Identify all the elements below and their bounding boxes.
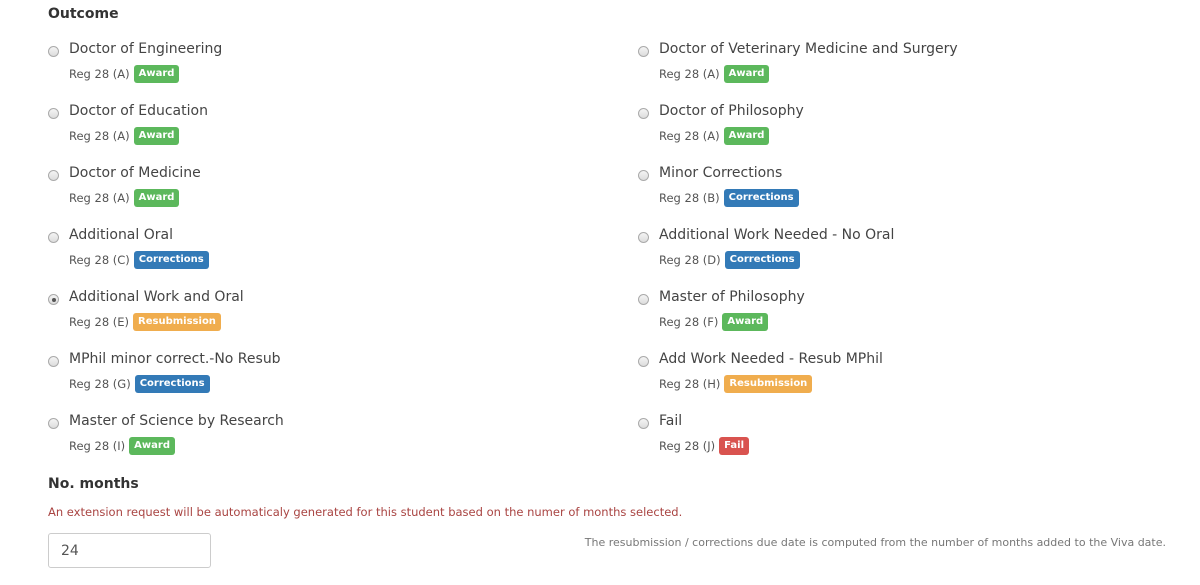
outcome-badge: Award <box>723 65 770 83</box>
option-label[interactable]: Doctor of Engineering <box>69 41 222 57</box>
reg-text: Reg 28 (A) <box>659 67 720 81</box>
radio-button[interactable] <box>638 232 649 243</box>
reg-text: Reg 28 (J) <box>659 439 716 453</box>
option-label[interactable]: Master of Science by Research <box>69 413 284 429</box>
radio-button[interactable] <box>638 46 649 57</box>
reg-text: Reg 28 (E) <box>69 315 130 329</box>
outcome-option[interactable]: Doctor of Medicine Reg 28 (A) Award <box>48 165 638 227</box>
outcome-badge: Corrections <box>723 189 799 207</box>
reg-text: Reg 28 (G) <box>69 377 131 391</box>
outcome-badge: Resubmission <box>724 375 813 393</box>
outcome-badge: Award <box>129 437 175 455</box>
option-reg: Reg 28 (A) Award <box>659 127 770 145</box>
option-label[interactable]: Additional Work Needed - No Oral <box>659 227 894 243</box>
option-reg: Reg 28 (D) Corrections <box>659 251 800 269</box>
option-label[interactable]: Doctor of Veterinary Medicine and Surger… <box>659 41 958 57</box>
outcome-option[interactable]: Doctor of Philosophy Reg 28 (A) Award <box>638 103 1168 165</box>
reg-text: Reg 28 (A) <box>69 67 130 81</box>
outcome-badge: Award <box>723 127 770 145</box>
outcome-option[interactable]: Additional Work and Oral Reg 28 (E) Resub… <box>48 289 638 351</box>
radio-button[interactable] <box>48 108 59 119</box>
option-reg: Reg 28 (A) Award <box>659 65 770 83</box>
reg-text: Reg 28 (A) <box>659 129 720 143</box>
outcome-badge: Corrections <box>133 251 209 269</box>
outcome-option[interactable]: Doctor of Veterinary Medicine and Surger… <box>638 41 1168 103</box>
option-label[interactable]: Doctor of Philosophy <box>659 103 804 119</box>
reg-text: Reg 28 (C) <box>69 253 130 267</box>
outcome-badge: Resubmission <box>133 313 221 331</box>
option-label[interactable]: Minor Corrections <box>659 165 782 181</box>
outcome-heading: Outcome <box>48 6 119 22</box>
radio-button[interactable] <box>48 46 59 57</box>
option-reg: Reg 28 (E) Resubmission <box>69 313 221 331</box>
outcome-option[interactable]: Master of Philosophy Reg 28 (F) Award <box>638 289 1168 351</box>
outcome-option[interactable]: Additional Work Needed - No Oral Reg 28 … <box>638 227 1168 289</box>
option-label[interactable]: Add Work Needed - Resub MPhil <box>659 351 883 367</box>
option-label[interactable]: Master of Philosophy <box>659 289 805 305</box>
outcome-option[interactable]: Doctor of Engineering Reg 28 (A) Award <box>48 41 638 103</box>
option-reg: Reg 28 (C) Corrections <box>69 251 209 269</box>
radio-button[interactable] <box>638 418 649 429</box>
outcome-option[interactable]: Additional Oral Reg 28 (C) Corrections <box>48 227 638 289</box>
option-label[interactable]: Doctor of Medicine <box>69 165 201 181</box>
option-label[interactable]: MPhil minor correct.-No Resub <box>69 351 281 367</box>
option-label[interactable]: Fail <box>659 413 682 429</box>
radio-button[interactable] <box>638 356 649 367</box>
outcome-options: Doctor of Engineering Reg 28 (A) Award Do… <box>48 41 1168 475</box>
outcome-badge: Award <box>722 313 769 331</box>
reg-text: Reg 28 (F) <box>659 315 719 329</box>
extension-warning: An extension request will be automatical… <box>48 505 683 519</box>
reg-text: Reg 28 (D) <box>659 253 721 267</box>
outcome-badge: Award <box>133 65 180 83</box>
option-reg: Reg 28 (A) Award <box>69 65 180 83</box>
outcome-option[interactable]: Add Work Needed - Resub MPhil Reg 28 (H)… <box>638 351 1168 413</box>
option-reg: Reg 28 (A) Award <box>69 127 180 145</box>
months-input[interactable] <box>48 533 211 568</box>
outcome-badge: Fail <box>719 437 750 455</box>
radio-button[interactable] <box>638 108 649 119</box>
radio-button[interactable] <box>48 232 59 243</box>
outcome-option[interactable]: Doctor of Education Reg 28 (A) Award <box>48 103 638 165</box>
option-label[interactable]: Additional Oral <box>69 227 173 243</box>
radio-button[interactable] <box>638 170 649 181</box>
radio-button[interactable] <box>48 294 59 305</box>
option-reg: Reg 28 (G) Corrections <box>69 375 210 393</box>
outcome-badge: Corrections <box>724 251 800 269</box>
outcome-option[interactable]: MPhil minor correct.-No Resub Reg 28 (G)… <box>48 351 638 413</box>
option-reg: Reg 28 (H) Resubmission <box>659 375 813 393</box>
radio-button[interactable] <box>48 170 59 181</box>
reg-text: Reg 28 (A) <box>69 129 130 143</box>
due-date-help: The resubmission / corrections due date … <box>584 536 1166 549</box>
radio-button[interactable] <box>638 294 649 305</box>
radio-button[interactable] <box>48 356 59 367</box>
outcome-badge: Award <box>133 189 180 207</box>
reg-text: Reg 28 (I) <box>69 439 126 453</box>
reg-text: Reg 28 (B) <box>659 191 720 205</box>
reg-text: Reg 28 (A) <box>69 191 130 205</box>
option-label[interactable]: Doctor of Education <box>69 103 208 119</box>
outcome-option[interactable]: Minor Corrections Reg 28 (B) Corrections <box>638 165 1168 227</box>
reg-text: Reg 28 (H) <box>659 377 721 391</box>
option-reg: Reg 28 (I) Award <box>69 437 175 455</box>
option-label[interactable]: Additional Work and Oral <box>69 289 244 305</box>
outcome-badge: Corrections <box>134 375 210 393</box>
option-reg: Reg 28 (A) Award <box>69 189 180 207</box>
radio-button[interactable] <box>48 418 59 429</box>
outcome-option[interactable]: Master of Science by Research Reg 28 (I)… <box>48 413 638 475</box>
outcome-option[interactable]: Fail Reg 28 (J) Fail <box>638 413 1168 475</box>
option-reg: Reg 28 (F) Award <box>659 313 769 331</box>
option-reg: Reg 28 (B) Corrections <box>659 189 799 207</box>
outcome-badge: Award <box>133 127 180 145</box>
option-reg: Reg 28 (J) Fail <box>659 437 750 455</box>
months-label: No. months <box>48 476 139 492</box>
